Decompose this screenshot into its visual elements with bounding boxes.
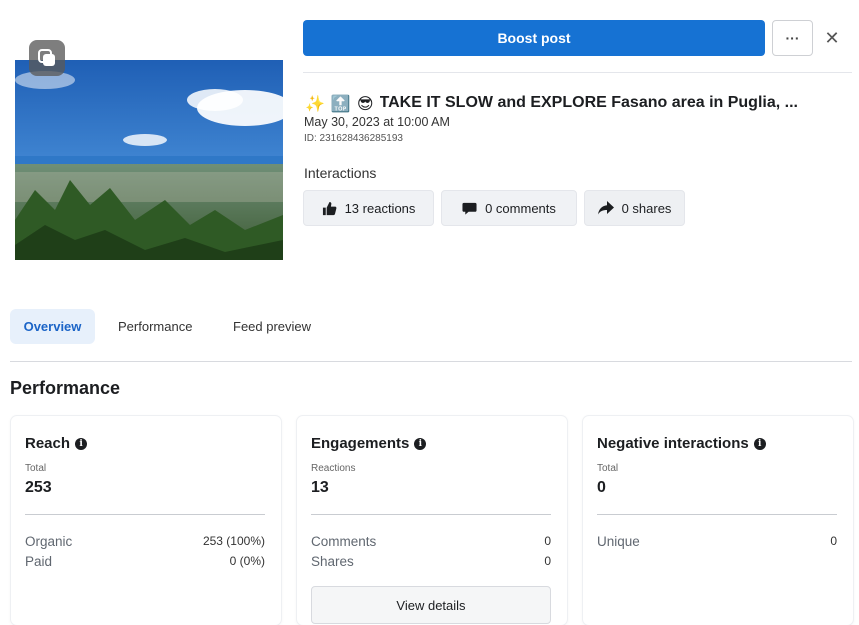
tabs-divider <box>10 361 852 362</box>
negative-interactions-card: Negative interactions i Total 0 Unique 0 <box>583 416 853 625</box>
tab-performance[interactable]: Performance <box>107 309 203 344</box>
shares-pill[interactable]: 0 shares <box>584 190 685 226</box>
negative-title-text: Negative interactions <box>597 435 749 452</box>
reach-title: Reach i <box>25 435 88 452</box>
post-date: May 30, 2023 at 10:00 AM <box>304 115 450 129</box>
reach-sub-label: Total <box>25 463 47 474</box>
reach-row-paid: Paid 0 (0%) <box>25 554 265 569</box>
post-title: ✨ 🔝 😎 TAKE IT SLOW and EXPLORE Fasano ar… <box>305 92 853 114</box>
info-icon[interactable]: i <box>414 437 427 450</box>
reach-title-text: Reach <box>25 435 71 452</box>
engagements-divider <box>311 514 551 515</box>
post-id: ID: 231628436285193 <box>304 133 403 144</box>
engagements-comments-value: 0 <box>544 534 551 548</box>
engagements-row-comments: Comments 0 <box>311 534 551 549</box>
engagements-sub-label: Reactions <box>311 463 356 474</box>
sparkles-emoji: ✨ <box>305 93 325 113</box>
info-icon[interactable]: i <box>753 437 766 450</box>
comment-bubble-icon <box>462 202 477 215</box>
post-thumbnail <box>15 60 283 260</box>
interactions-label: Interactions <box>304 165 377 181</box>
boost-post-button[interactable]: Boost post <box>303 20 765 56</box>
info-icon[interactable]: i <box>75 437 88 450</box>
view-details-button[interactable]: View details <box>311 586 551 624</box>
header-divider <box>303 72 852 73</box>
reach-row-organic: Organic 253 (100%) <box>25 534 265 549</box>
reach-divider <box>25 514 265 515</box>
reactions-pill[interactable]: 13 reactions <box>303 190 434 226</box>
multiple-photos-icon <box>29 40 65 76</box>
negative-divider <box>597 514 837 515</box>
top-arrow-emoji: 🔝 <box>330 93 351 113</box>
negative-sub-label: Total <box>597 463 619 474</box>
reach-organic-label: Organic <box>25 534 73 549</box>
negative-unique-label: Unique <box>597 534 640 549</box>
more-options-button[interactable]: ··· <box>772 20 813 56</box>
tab-feed-preview[interactable]: Feed preview <box>222 309 322 344</box>
comments-count: 0 comments <box>485 200 556 216</box>
thumbs-up-icon <box>322 201 336 215</box>
close-icon[interactable]: ✕ <box>821 26 843 50</box>
comments-pill[interactable]: 0 comments <box>441 190 577 226</box>
engagements-title: Engagements i <box>311 435 427 452</box>
engagements-value: 13 <box>311 479 329 496</box>
engagements-card: Engagements i Reactions 13 Comments 0 Sh… <box>297 416 567 625</box>
reach-organic-value: 253 (100%) <box>202 534 265 548</box>
negative-title: Negative interactions i <box>597 435 766 452</box>
engagements-row-shares: Shares 0 <box>311 554 551 569</box>
engagements-comments-label: Comments <box>311 534 377 549</box>
negative-value: 0 <box>597 479 606 496</box>
post-title-text: TAKE IT SLOW and EXPLORE Fasano area in … <box>379 94 798 111</box>
reactions-count: 13 reactions <box>344 200 416 216</box>
negative-row-unique: Unique 0 <box>597 534 837 549</box>
engagements-shares-value: 0 <box>544 554 551 568</box>
sunglasses-emoji: 😎 <box>356 93 374 113</box>
share-arrow-icon <box>597 201 614 215</box>
shares-count: 0 shares <box>621 200 672 216</box>
reach-card: Reach i Total 253 Organic 253 (100%) Pai… <box>11 416 281 625</box>
reach-paid-value: 0 (0%) <box>229 554 265 568</box>
performance-section-title: Performance <box>10 378 121 398</box>
negative-unique-value: 0 <box>830 534 837 548</box>
reach-paid-label: Paid <box>25 554 53 569</box>
landscape-photo <box>15 60 283 260</box>
engagements-shares-label: Shares <box>311 554 354 569</box>
tab-overview[interactable]: Overview <box>10 309 95 344</box>
reach-value: 253 <box>25 479 52 496</box>
engagements-title-text: Engagements <box>311 435 410 452</box>
